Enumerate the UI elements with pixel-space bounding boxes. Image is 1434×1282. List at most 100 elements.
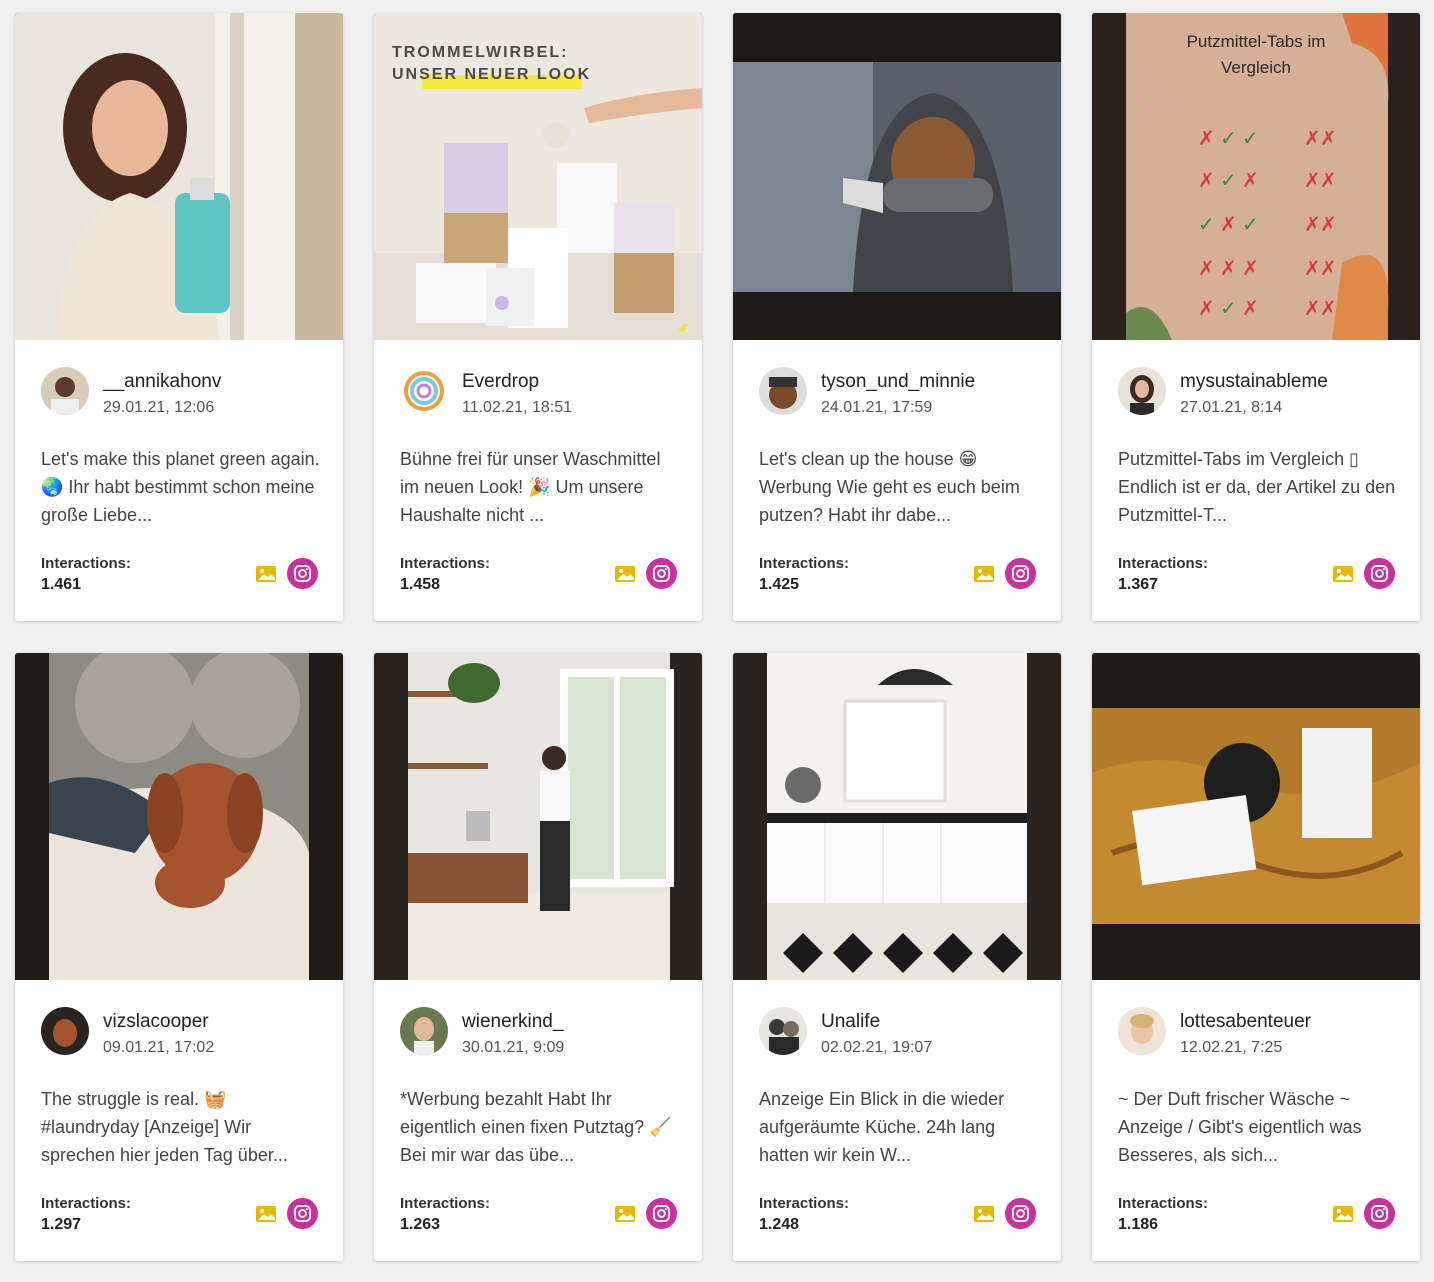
image-icon bbox=[974, 1206, 994, 1222]
interactions-count: 1.263 bbox=[400, 1216, 441, 1233]
svg-text:✗: ✗ bbox=[1320, 214, 1337, 236]
interactions-label: Interactions: bbox=[400, 1195, 491, 1212]
username[interactable]: wienerkind_ bbox=[462, 1011, 563, 1033]
post-card[interactable]: Unalife 02.02.21, 19:07 Anzeige Ein Blic… bbox=[733, 653, 1061, 1261]
post-photo-dog-laundry bbox=[15, 653, 343, 980]
avatar[interactable] bbox=[400, 1007, 448, 1055]
svg-text:✗: ✗ bbox=[1198, 258, 1215, 280]
svg-text:✗: ✗ bbox=[1198, 170, 1215, 192]
post-meta: Unalife 02.02.21, 19:07 bbox=[759, 1007, 1041, 1063]
instagram-icon[interactable] bbox=[1005, 558, 1036, 589]
svg-text:✓: ✓ bbox=[1220, 298, 1237, 320]
interactions-count: 1.297 bbox=[41, 1216, 82, 1233]
svg-text:✓: ✓ bbox=[1198, 214, 1215, 236]
image-headline-1: TROMMELWIRBEL: bbox=[392, 44, 568, 61]
post-date: 11.02.21, 18:51 bbox=[462, 399, 573, 416]
post-caption: Let's make this planet green again. 🌏 Ih… bbox=[41, 449, 320, 525]
post-image[interactable] bbox=[733, 653, 1061, 980]
image-icon bbox=[615, 566, 635, 582]
post-caption: Bühne frei für unser Waschmittel im neue… bbox=[400, 449, 661, 525]
svg-text:✗: ✗ bbox=[1242, 258, 1259, 280]
instagram-icon[interactable] bbox=[287, 1198, 318, 1229]
image-headline-2: Vergleich bbox=[1221, 58, 1291, 77]
username[interactable]: tyson_und_minnie bbox=[821, 371, 975, 393]
svg-text:✗: ✗ bbox=[1320, 170, 1337, 192]
post-date: 02.02.21, 19:07 bbox=[821, 1039, 933, 1056]
interactions-count: 1.425 bbox=[759, 576, 800, 593]
interactions-label: Interactions: bbox=[41, 555, 132, 572]
post-card[interactable]: lottesabenteuer 12.02.21, 7:25 ~ Der Duf… bbox=[1092, 653, 1420, 1261]
image-headline-2: UNSER NEUER LOOK bbox=[392, 66, 591, 83]
post-meta: tyson_und_minnie 24.01.21, 17:59 bbox=[759, 367, 1041, 423]
post-card[interactable]: vizslacooper 09.01.21, 17:02 The struggl… bbox=[15, 653, 343, 1261]
post-image[interactable] bbox=[15, 653, 343, 980]
image-headline-1: Putzmittel-Tabs im bbox=[1187, 32, 1326, 51]
svg-text:✗: ✗ bbox=[1242, 298, 1259, 320]
instagram-icon[interactable] bbox=[646, 558, 677, 589]
interactions-count: 1.186 bbox=[1118, 1216, 1159, 1233]
avatar[interactable] bbox=[1118, 367, 1166, 415]
svg-text:✗: ✗ bbox=[1304, 214, 1321, 236]
avatar[interactable] bbox=[1118, 1007, 1166, 1055]
post-date: 27.01.21, 8:14 bbox=[1180, 399, 1283, 416]
svg-text:✓: ✓ bbox=[1242, 214, 1259, 236]
post-image[interactable] bbox=[374, 653, 702, 980]
interactions-count: 1.248 bbox=[759, 1216, 800, 1233]
svg-text:✗: ✗ bbox=[1198, 298, 1215, 320]
post-card[interactable]: __annikahonv 29.01.21, 12:06 Let's make … bbox=[15, 13, 343, 621]
post-image[interactable]: TROMMELWIRBEL: UNSER NEUER LOOK bbox=[374, 13, 702, 340]
interactions-label: Interactions: bbox=[759, 555, 850, 572]
svg-text:✗: ✗ bbox=[1304, 170, 1321, 192]
avatar[interactable] bbox=[759, 1007, 807, 1055]
instagram-icon[interactable] bbox=[1364, 1198, 1395, 1229]
interactions-label: Interactions: bbox=[1118, 555, 1209, 572]
post-meta: Everdrop 11.02.21, 18:51 bbox=[400, 367, 682, 423]
instagram-icon[interactable] bbox=[287, 558, 318, 589]
post-photo-dog-towel-spray bbox=[733, 13, 1061, 340]
post-photo-white-kitchen bbox=[733, 653, 1061, 980]
instagram-icon[interactable] bbox=[1005, 1198, 1036, 1229]
interactions-label: Interactions: bbox=[400, 555, 491, 572]
post-photo-woman-spray-bottle bbox=[15, 13, 343, 340]
post-image[interactable] bbox=[1092, 653, 1420, 980]
image-icon bbox=[974, 566, 994, 582]
svg-text:✗: ✗ bbox=[1320, 258, 1337, 280]
post-caption: Putzmittel-Tabs im Vergleich ▯ Endlich i… bbox=[1118, 449, 1396, 525]
post-date: 09.01.21, 17:02 bbox=[103, 1039, 215, 1056]
post-card[interactable]: TROMMELWIRBEL: UNSER NEUER LOOK Everdrop… bbox=[374, 13, 702, 621]
interactions-label: Interactions: bbox=[41, 1195, 132, 1212]
svg-text:✗: ✗ bbox=[1198, 128, 1215, 150]
interactions-count: 1.461 bbox=[41, 576, 82, 593]
username[interactable]: mysustainableme bbox=[1180, 371, 1328, 393]
image-icon bbox=[256, 1206, 276, 1222]
avatar[interactable] bbox=[41, 367, 89, 415]
avatar[interactable] bbox=[759, 367, 807, 415]
interactions-count: 1.458 bbox=[400, 576, 441, 593]
image-icon bbox=[256, 566, 276, 582]
username[interactable]: lottesabenteuer bbox=[1180, 1011, 1311, 1033]
svg-text:✗: ✗ bbox=[1220, 258, 1237, 280]
svg-text:✗: ✗ bbox=[1242, 170, 1259, 192]
post-caption: *Werbung bezahlt Habt Ihr eigentlich ein… bbox=[400, 1089, 672, 1165]
post-date: 24.01.21, 17:59 bbox=[821, 399, 933, 416]
post-meta: wienerkind_ 30.01.21, 9:09 bbox=[400, 1007, 682, 1063]
post-image[interactable]: Putzmittel-Tabs im Vergleich ✗ ✓ ✓ ✗ ✗ ✗ ✓ ✗ ✗ ✗… bbox=[1092, 13, 1420, 340]
username[interactable]: Unalife bbox=[821, 1011, 880, 1033]
username[interactable]: Everdrop bbox=[462, 371, 539, 393]
post-card[interactable]: wienerkind_ 30.01.21, 9:09 *Werbung beza… bbox=[374, 653, 702, 1261]
svg-text:✗: ✗ bbox=[1320, 128, 1337, 150]
avatar[interactable] bbox=[400, 367, 448, 415]
instagram-icon[interactable] bbox=[1364, 558, 1395, 589]
svg-text:✓: ✓ bbox=[1220, 128, 1237, 150]
post-image[interactable] bbox=[15, 13, 343, 340]
post-card[interactable]: tyson_und_minnie 24.01.21, 17:59 Let's c… bbox=[733, 13, 1061, 621]
svg-text:✗: ✗ bbox=[1320, 298, 1337, 320]
post-card[interactable]: Putzmittel-Tabs im Vergleich ✗ ✓ ✓ ✗ ✗ ✗ ✓ ✗ ✗ ✗… bbox=[1092, 13, 1420, 621]
username[interactable]: vizslacooper bbox=[103, 1011, 209, 1033]
post-image[interactable] bbox=[733, 13, 1061, 340]
avatar[interactable] bbox=[41, 1007, 89, 1055]
svg-text:✗: ✗ bbox=[1304, 298, 1321, 320]
post-photo-everdrop-packaging: TROMMELWIRBEL: UNSER NEUER LOOK bbox=[374, 13, 702, 340]
username[interactable]: __annikahonv bbox=[103, 371, 221, 393]
instagram-icon[interactable] bbox=[646, 1198, 677, 1229]
